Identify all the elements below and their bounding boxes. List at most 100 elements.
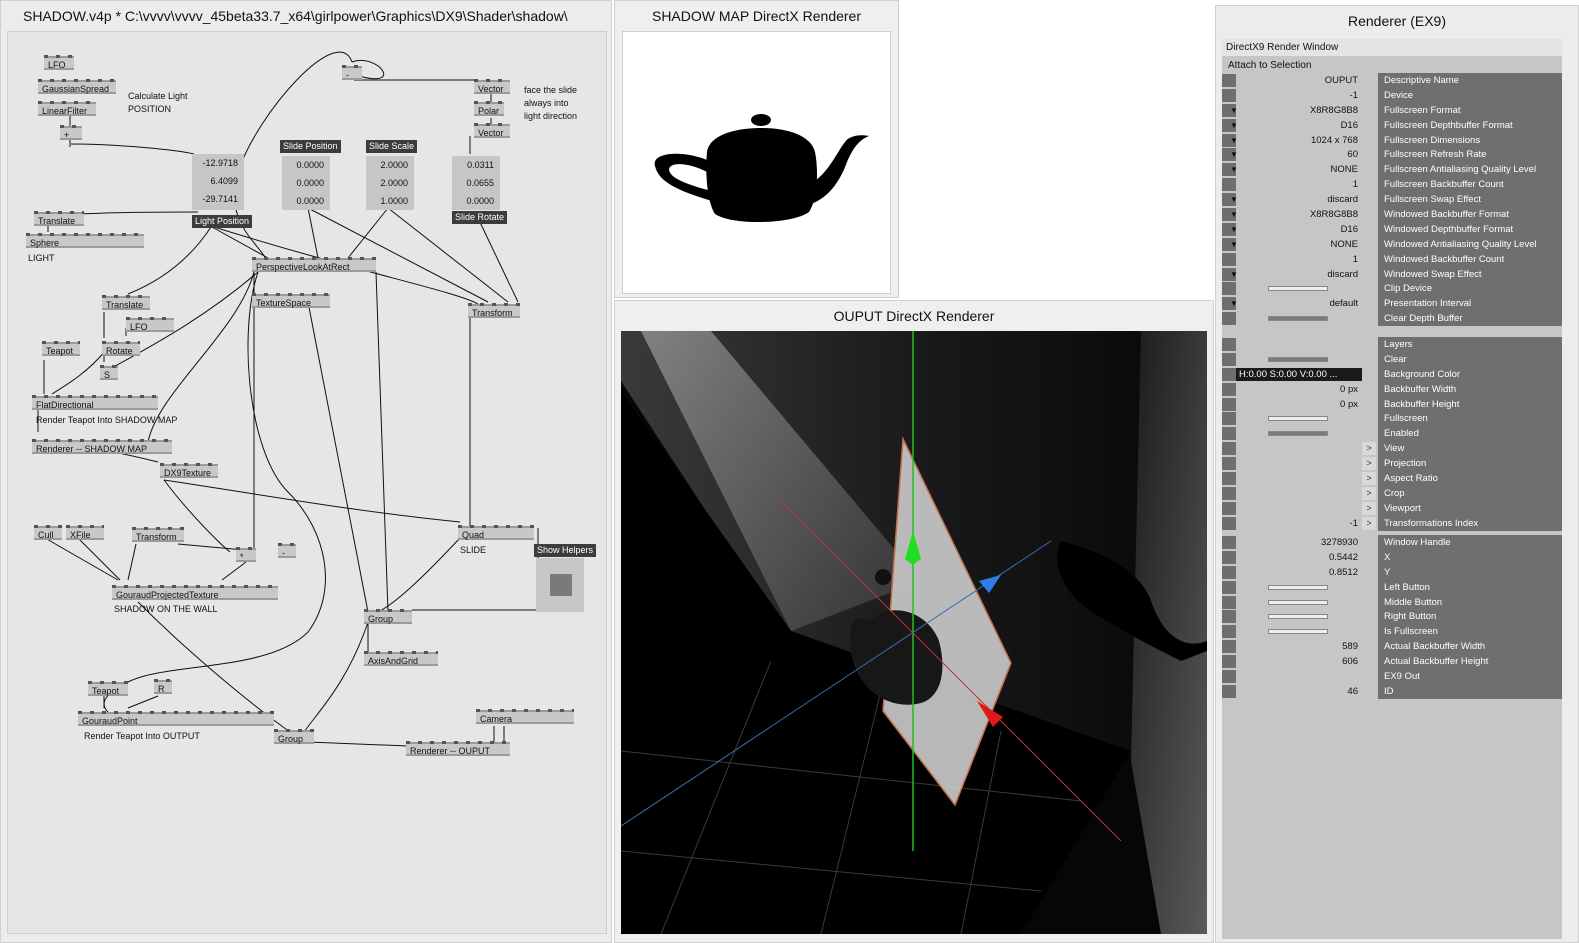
expand-icon[interactable]: > xyxy=(1362,516,1376,530)
node-minus-top[interactable]: - xyxy=(342,65,362,80)
toggle-bar[interactable] xyxy=(1268,356,1328,362)
pin-value[interactable] xyxy=(1222,670,1362,684)
node-r[interactable]: R xyxy=(154,679,172,694)
node-quad[interactable]: Quad xyxy=(458,525,534,540)
pin-row-transformations-index[interactable]: -1 > Transformations Index xyxy=(1222,515,1562,531)
node-group-2[interactable]: Group xyxy=(274,729,314,744)
expand-icon[interactable]: > xyxy=(1362,442,1376,456)
pin-row-fullscreen-antialiasing-quality-level[interactable]: NONE ▼ Fullscreen Antialiasing Quality Lev… xyxy=(1222,162,1562,178)
pin-value[interactable]: 1 xyxy=(1222,178,1362,192)
shadow-map-viewport[interactable] xyxy=(622,31,891,294)
pin-value[interactable]: discard xyxy=(1222,267,1362,281)
toggle-bar[interactable] xyxy=(1268,286,1328,292)
dropdown-arrow-icon[interactable]: ▼ xyxy=(1230,270,1238,279)
pin-row-right-button[interactable]: Right Button xyxy=(1222,609,1562,625)
output-viewport[interactable] xyxy=(621,331,1207,934)
pin-row-windowed-depthbuffer-format[interactable]: D16 ▼ Windowed Depthbuffer Format xyxy=(1222,221,1562,237)
dropdown-arrow-icon[interactable]: ▼ xyxy=(1230,165,1238,174)
pin-row-actual-backbuffer-height[interactable]: 606 Actual Backbuffer Height xyxy=(1222,654,1562,670)
pin-row-clip-device[interactable]: Clip Device xyxy=(1222,281,1562,297)
dropdown-arrow-icon[interactable]: ▼ xyxy=(1230,240,1238,249)
pin-value[interactable]: 0.8512 xyxy=(1222,565,1362,579)
pin-row-backbuffer-width[interactable]: 0 px Backbuffer Width xyxy=(1222,381,1562,397)
expand-icon[interactable]: > xyxy=(1362,457,1376,471)
dropdown-arrow-icon[interactable]: ▼ xyxy=(1230,195,1238,204)
toggle-bar[interactable] xyxy=(1268,416,1328,422)
pin-value[interactable]: 0 px xyxy=(1222,382,1362,396)
node-axisandgrid[interactable]: AxisAndGrid xyxy=(364,651,438,666)
pin-value[interactable]: H:0.00 S:0.00 V:0.00 ... xyxy=(1222,367,1362,381)
pin-row-layers[interactable]: Layers xyxy=(1222,337,1562,352)
pin-row-fullscreen-dimensions[interactable]: 1024 x 768 ▼ Fullscreen Dimensions xyxy=(1222,132,1562,148)
node-plus[interactable]: + xyxy=(60,125,82,140)
pin-value[interactable]: 1024 x 768 xyxy=(1222,133,1362,147)
pin-value[interactable]: D16 xyxy=(1222,222,1362,236)
pin-row-window-handle[interactable]: 3278930 Window Handle xyxy=(1222,535,1562,550)
toggle-bar[interactable] xyxy=(1268,599,1328,605)
pin-value[interactable]: -1 xyxy=(1222,516,1362,530)
pin-value[interactable]: -1 xyxy=(1222,88,1362,102)
toggle-bar[interactable] xyxy=(1268,316,1328,322)
pin-value[interactable] xyxy=(1222,501,1362,515)
node-multiply[interactable]: * xyxy=(236,547,256,562)
pin-row-fullscreen-backbuffer-count[interactable]: 1 Fullscreen Backbuffer Count xyxy=(1222,177,1562,193)
pin-row-windowed-backbuffer-format[interactable]: X8R8G8B8 ▼ Windowed Backbuffer Format xyxy=(1222,207,1562,223)
pin-row-fullscreen[interactable]: Fullscreen xyxy=(1222,411,1562,427)
pin-value[interactable]: 46 xyxy=(1222,684,1362,698)
pin-value[interactable]: 589 xyxy=(1222,640,1362,654)
dropdown-arrow-icon[interactable]: ▼ xyxy=(1230,299,1238,308)
node-transform-2[interactable]: Transform xyxy=(132,527,184,542)
pin-value[interactable]: NONE xyxy=(1222,237,1362,251)
pin-row-id[interactable]: 46 ID xyxy=(1222,683,1562,699)
dropdown-arrow-icon[interactable]: ▼ xyxy=(1230,210,1238,219)
node-perspectivelookatrect[interactable]: PerspectiveLookAtRect xyxy=(252,257,376,272)
dropdown-arrow-icon[interactable]: ▼ xyxy=(1230,121,1238,130)
dropdown-arrow-icon[interactable]: ▼ xyxy=(1230,225,1238,234)
dropdown-arrow-icon[interactable]: ▼ xyxy=(1230,150,1238,159)
pin-row-windowed-swap-effect[interactable]: discard ▼ Windowed Swap Effect xyxy=(1222,266,1562,282)
expand-icon[interactable]: > xyxy=(1362,501,1376,515)
iobox-slide-position[interactable]: 0.0000 0.0000 0.0000 xyxy=(282,156,330,210)
pin-value[interactable]: 60 xyxy=(1222,148,1362,162)
iobox-slide-scale[interactable]: 2.0000 2.0000 1.0000 xyxy=(366,156,414,210)
pin-row-presentation-interval[interactable]: default ▼ Presentation Interval xyxy=(1222,296,1562,312)
node-rotate[interactable]: Rotate xyxy=(102,341,140,356)
dropdown-arrow-icon[interactable]: ▼ xyxy=(1230,136,1238,145)
pin-row-y[interactable]: 0.8512 Y xyxy=(1222,564,1562,580)
node-camera[interactable]: Camera xyxy=(476,709,574,724)
node-dx9texture[interactable]: DX9Texture xyxy=(160,463,218,478)
pin-row-fullscreen-format[interactable]: X8R8G8B8 ▼ Fullscreen Format xyxy=(1222,102,1562,118)
node-flatdirectional[interactable]: FlatDirectional xyxy=(32,395,158,410)
node-vector-1[interactable]: Vector xyxy=(474,79,510,94)
pin-row-enabled[interactable]: Enabled xyxy=(1222,426,1562,442)
node-transform-1[interactable]: Transform xyxy=(468,303,520,318)
pin-row-ex9-out[interactable]: EX9 Out xyxy=(1222,669,1562,685)
iobox-slide-rotate[interactable]: 0.0311 0.0655 0.0000 xyxy=(452,156,500,210)
patch-canvas[interactable]: LFO GaussianSpread LinearFilter + Calcul… xyxy=(7,31,607,934)
pin-row-viewport[interactable]: > Viewport xyxy=(1222,500,1562,516)
node-s[interactable]: S xyxy=(100,365,118,380)
node-group-1[interactable]: Group xyxy=(364,609,412,624)
pin-row-crop[interactable]: > Crop xyxy=(1222,485,1562,501)
pin-row-projection[interactable]: > Projection xyxy=(1222,456,1562,472)
pin-row-middle-button[interactable]: Middle Button xyxy=(1222,594,1562,610)
dropdown-arrow-icon[interactable]: ▼ xyxy=(1230,106,1238,115)
node-lfo-2[interactable]: LFO xyxy=(126,317,174,332)
node-teapot-1[interactable]: Teapot xyxy=(42,341,80,356)
pin-row-clear-depth-buffer[interactable]: Clear Depth Buffer xyxy=(1222,311,1562,327)
node-translate-2[interactable]: Translate xyxy=(102,295,150,310)
pin-row-aspect-ratio[interactable]: > Aspect Ratio xyxy=(1222,471,1562,487)
node-vector-2[interactable]: Vector xyxy=(474,123,510,138)
pin-value[interactable]: X8R8G8B8 xyxy=(1222,208,1362,222)
pin-value[interactable]: 0.5442 xyxy=(1222,550,1362,564)
pin-value[interactable]: OUPUT xyxy=(1222,74,1362,87)
pin-row-fullscreen-refresh-rate[interactable]: 60 ▼ Fullscreen Refresh Rate xyxy=(1222,147,1562,163)
node-texturespace[interactable]: TextureSpace xyxy=(252,293,330,308)
pin-row-windowed-backbuffer-count[interactable]: 1 Windowed Backbuffer Count xyxy=(1222,251,1562,267)
node-gaussianspread[interactable]: GaussianSpread xyxy=(38,79,116,94)
pin-value[interactable] xyxy=(1222,338,1362,351)
pin-value[interactable]: D16 xyxy=(1222,118,1362,132)
pin-row-x[interactable]: 0.5442 X xyxy=(1222,549,1562,565)
pin-value[interactable]: NONE xyxy=(1222,163,1362,177)
pin-value[interactable]: default xyxy=(1222,297,1362,311)
